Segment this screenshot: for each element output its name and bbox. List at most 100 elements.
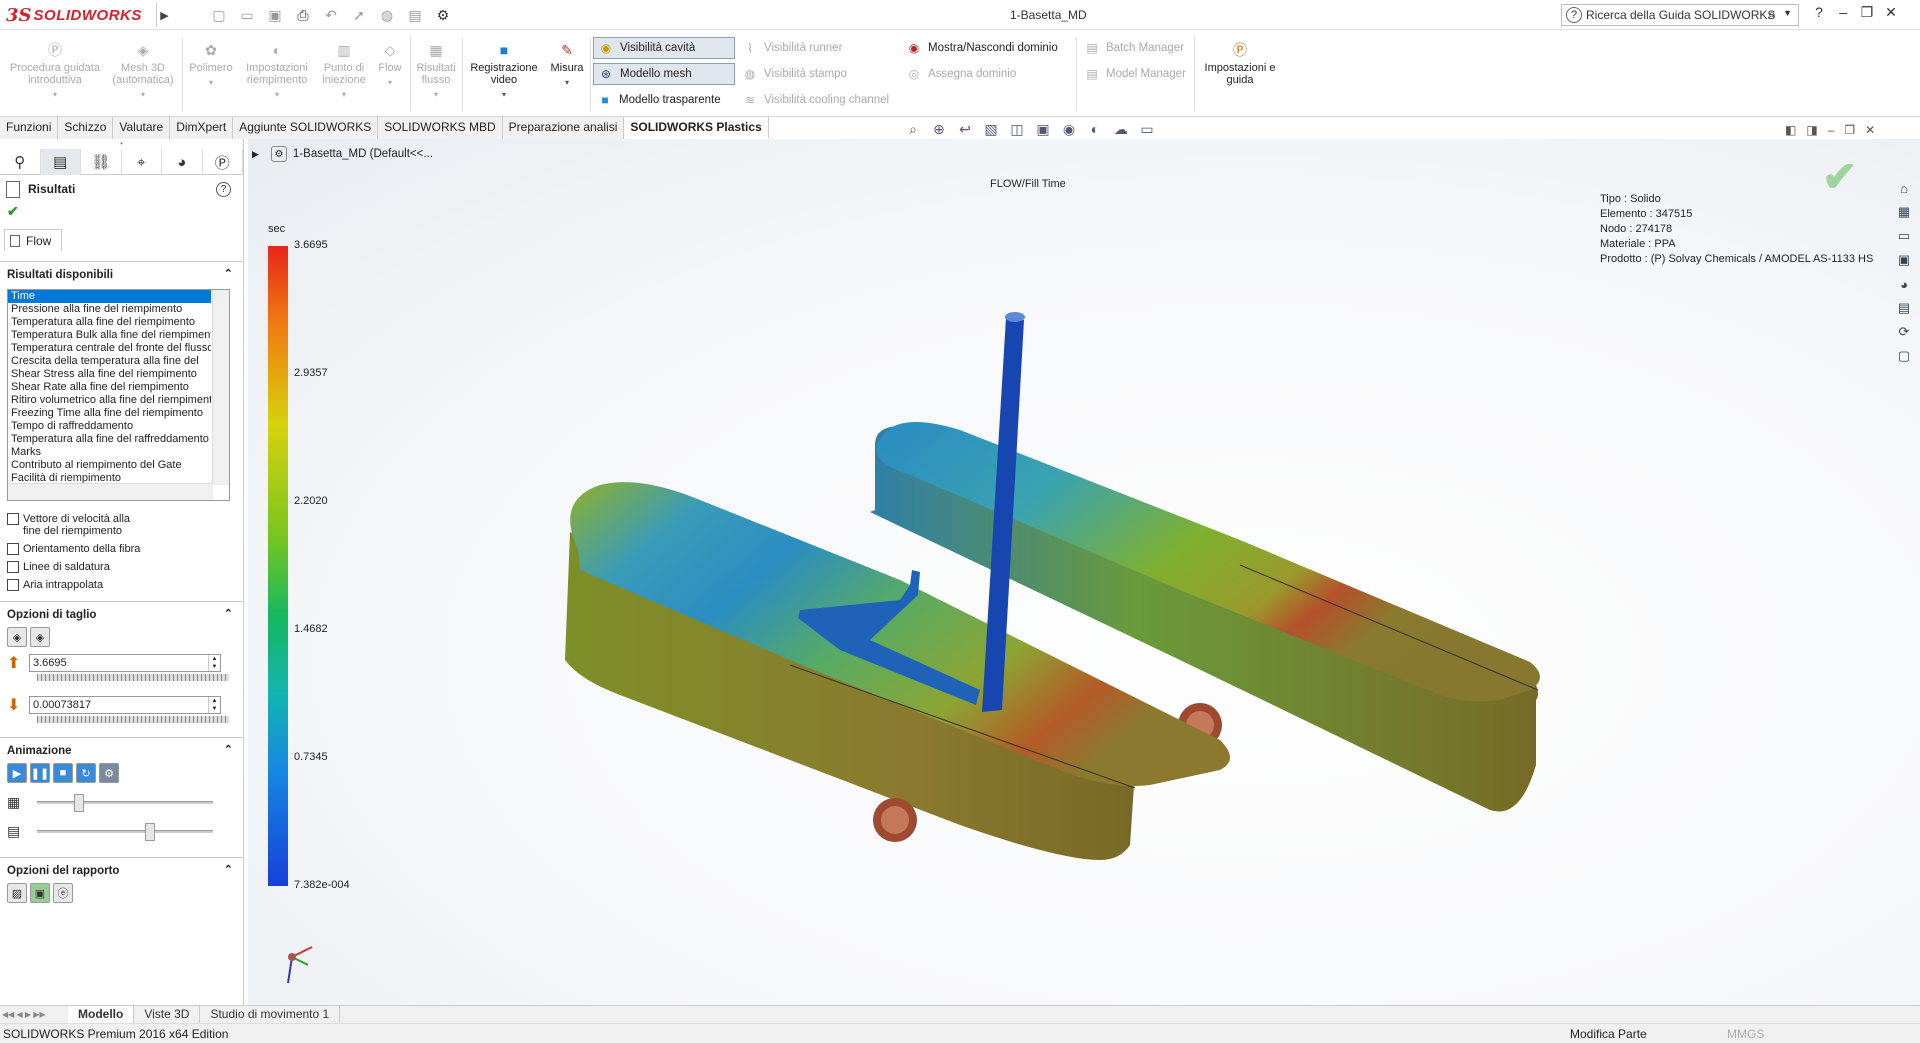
tab-valutare[interactable]: Valutare — [113, 117, 171, 139]
opzioni-rapporto-header[interactable]: Opzioni del rapporto ⌃ — [0, 857, 243, 883]
expand-caret-icon[interactable]: ▶ — [252, 149, 259, 160]
loop-icon[interactable]: ↻ — [76, 763, 96, 783]
result-list-item[interactable]: Shear Stress alla fine del riempimento — [8, 368, 211, 381]
checkbox-vettore-velocita[interactable]: Vettore di velocità alla fine del riempi… — [0, 513, 243, 537]
animation-settings-icon[interactable]: ⚙ — [99, 763, 119, 783]
display-style-icon[interactable]: ▣ — [1032, 121, 1054, 138]
opzioni-taglio-header[interactable]: Opzioni di taglio ⌃ — [0, 601, 243, 627]
panel-splitter-handle[interactable]: • — [0, 139, 243, 149]
punto-iniezione-button[interactable]: ▥ Punto di iniezione ▾ — [318, 41, 370, 101]
view-settings-icon[interactable]: ▭ — [1136, 121, 1158, 138]
results-vertical-scrollbar[interactable] — [212, 290, 229, 485]
feature-manager-tab-icon[interactable]: ⚲ — [0, 149, 41, 175]
collapse-caret-icon[interactable]: ⌃ — [224, 863, 233, 876]
feature-tree-flyout[interactable]: ▶ ⚙ 1-Basetta_MD (Default<<... — [252, 146, 433, 162]
result-list-item[interactable]: Freezing Time alla fine del riempimento — [8, 407, 211, 420]
impostazioni-riempimento-button[interactable]: ◐ Impostazioni riempimento ▾ — [238, 41, 316, 101]
menu-expand-arrow-icon[interactable]: ▶ — [156, 3, 172, 27]
checkbox-aria-intrappolata[interactable]: Aria intrappolata — [0, 579, 243, 591]
previous-view-icon[interactable]: ↩ — [954, 121, 976, 138]
tab-solidworks-plastics[interactable]: SOLIDWORKS Plastics — [624, 117, 769, 139]
select-pointer-icon[interactable]: ➚ — [346, 5, 372, 25]
mesh-3d-button[interactable]: ◈ Mesh 3D (automatica) ▾ — [108, 41, 178, 101]
result-list-item[interactable]: Pressione alla fine del riempimento — [8, 303, 211, 316]
batch-manager-button[interactable]: ▤ Batch Manager — [1080, 37, 1192, 59]
save-icon[interactable]: ▣ — [262, 5, 288, 25]
help-menu-icon[interactable]: ? — [1810, 4, 1828, 21]
report-export-icon[interactable]: ⓔ — [53, 883, 73, 903]
appearance-icon[interactable]: ◐ — [1084, 121, 1106, 138]
speed-slider-thumb[interactable] — [73, 793, 84, 812]
registrazione-video-button[interactable]: ■ Registrazione video ▾ — [466, 41, 542, 101]
frame-slider-thumb[interactable] — [144, 822, 155, 841]
viewport-close-icon[interactable]: ✕ — [1865, 123, 1875, 137]
report-image-icon[interactable]: ▣ — [30, 883, 50, 903]
min-value-input[interactable]: 0.00073817 ▲ ▼ — [29, 696, 221, 714]
property-manager-tab-icon[interactable]: ▤ — [40, 149, 81, 175]
visibilita-cavita-button[interactable]: ◉ Visibilità cavità — [593, 37, 735, 59]
result-list-item[interactable]: Time — [8, 290, 211, 303]
visibilita-cooling-button[interactable]: ≋ Visibilità cooling channel — [738, 89, 908, 111]
result-list-item[interactable]: Temperatura Bulk alla fine del riempimen… — [8, 329, 211, 342]
result-list-item[interactable]: Contributo al riempimento del Gate — [8, 459, 211, 472]
animation-frame-slider[interactable]: ▤ — [7, 821, 243, 841]
viewport-minimize-icon[interactable]: – — [1828, 123, 1835, 137]
visibilita-runner-button[interactable]: ⌇ Visibilità runner — [738, 37, 898, 59]
polimero-button[interactable]: ✿ Polimero ▾ — [186, 41, 236, 89]
plastics-manager-tab-icon[interactable]: Ⓟ — [203, 149, 243, 175]
solidworks-logo[interactable]: 3S SOLIDWORKS — [6, 3, 152, 27]
scene-icon[interactable]: ☁ — [1110, 121, 1132, 138]
tab-aggiunte[interactable]: Aggiunte SOLIDWORKS — [233, 117, 379, 139]
section-view-icon[interactable]: ▧ — [980, 121, 1002, 138]
custom-properties-icon[interactable]: ▤ — [1894, 298, 1914, 318]
cut-plane-icon[interactable]: ◈ — [7, 627, 27, 647]
zoom-to-fit-icon[interactable]: ⌕ — [902, 121, 924, 138]
unit-system-label[interactable]: MMGS — [1727, 1027, 1764, 1041]
minimize-icon[interactable]: – — [1834, 4, 1852, 21]
options-gear-icon[interactable]: ⚙ — [430, 5, 456, 25]
display-manager-tab-icon[interactable]: ◕ — [162, 149, 203, 175]
play-icon[interactable]: ▶ — [7, 763, 27, 783]
mostra-nascondi-dominio-button[interactable]: ◉ Mostra/Nascondi dominio — [902, 37, 1072, 59]
stop-icon[interactable]: ■ — [53, 763, 73, 783]
tab-dimxpert[interactable]: DimXpert — [170, 117, 234, 139]
impostazioni-guida-button[interactable]: Ⓟ Impostazioni e guida — [1198, 41, 1282, 86]
collapse-caret-icon[interactable]: ⌃ — [224, 267, 233, 280]
appearances-icon[interactable]: ◕ — [1894, 274, 1914, 294]
resources-icon[interactable]: ▦ — [1894, 202, 1914, 222]
checkbox-orientamento-fibra[interactable]: Orientamento della fibra — [0, 543, 243, 555]
collapse-caret-icon[interactable]: ⌃ — [224, 743, 233, 756]
tab-mbd[interactable]: SOLIDWORKS MBD — [378, 117, 503, 139]
max-value-slider[interactable] — [37, 674, 229, 681]
risultati-disponibili-header[interactable]: Risultati disponibili ⌃ — [0, 261, 243, 287]
home-icon[interactable]: ⌂ — [1894, 178, 1914, 198]
result-list-item[interactable]: Temperatura alla fine del riempimento — [8, 316, 211, 329]
comments-icon[interactable]: ▢ — [1894, 346, 1914, 366]
result-list-item[interactable]: Temperatura centrale del fronte del flus… — [8, 342, 211, 355]
tab-funzioni[interactable]: Funzioni — [0, 117, 59, 139]
help-search-box[interactable]: ? Ricerca della Guida SOLIDWORKS ⌕ ▼ — [1561, 4, 1799, 26]
tile-right-icon[interactable]: ◨ — [1806, 123, 1817, 137]
zoom-area-icon[interactable]: ⊕ — [928, 121, 950, 138]
print-icon[interactable]: ⎙ — [290, 5, 316, 25]
result-list-item[interactable]: Temperatura alla fine del raffreddamento — [8, 433, 211, 446]
open-folder-icon[interactable]: ▭ — [234, 5, 260, 25]
solidworks-forum-icon[interactable]: ⟳ — [1894, 322, 1914, 342]
tab-nav-arrows[interactable]: ◀◀ ◀ ▶ ▶▶ — [0, 1006, 68, 1023]
min-value-slider[interactable] — [37, 716, 229, 723]
confirm-check-icon[interactable]: ✔ — [1822, 152, 1857, 201]
dimxpert-manager-tab-icon[interactable]: ⌖ — [122, 149, 162, 175]
tab-studio-movimento[interactable]: Studio di movimento 1 — [200, 1006, 341, 1023]
result-list-item[interactable]: Ritiro volumetrico alla fine del riempim… — [8, 394, 211, 407]
design-library-icon[interactable]: ▭ — [1894, 226, 1914, 246]
animazione-header[interactable]: Animazione ⌃ — [0, 737, 243, 763]
model-manager-button[interactable]: ▤ Model Manager — [1080, 63, 1192, 85]
assegna-dominio-button[interactable]: ◎ Assegna dominio — [902, 63, 1072, 85]
result-list-item[interactable]: Crescita della temperatura alla fine del — [8, 355, 211, 368]
viewport-restore-icon[interactable]: ❐ — [1844, 123, 1855, 137]
cut-iso-icon[interactable]: ◈ — [30, 627, 50, 647]
view-orientation-icon[interactable]: ◫ — [1006, 121, 1028, 138]
file-explorer-icon[interactable]: ▣ — [1894, 250, 1914, 270]
result-list-item[interactable]: Shear Rate alla fine del riempimento — [8, 381, 211, 394]
collapse-caret-icon[interactable]: ⌃ — [224, 607, 233, 620]
